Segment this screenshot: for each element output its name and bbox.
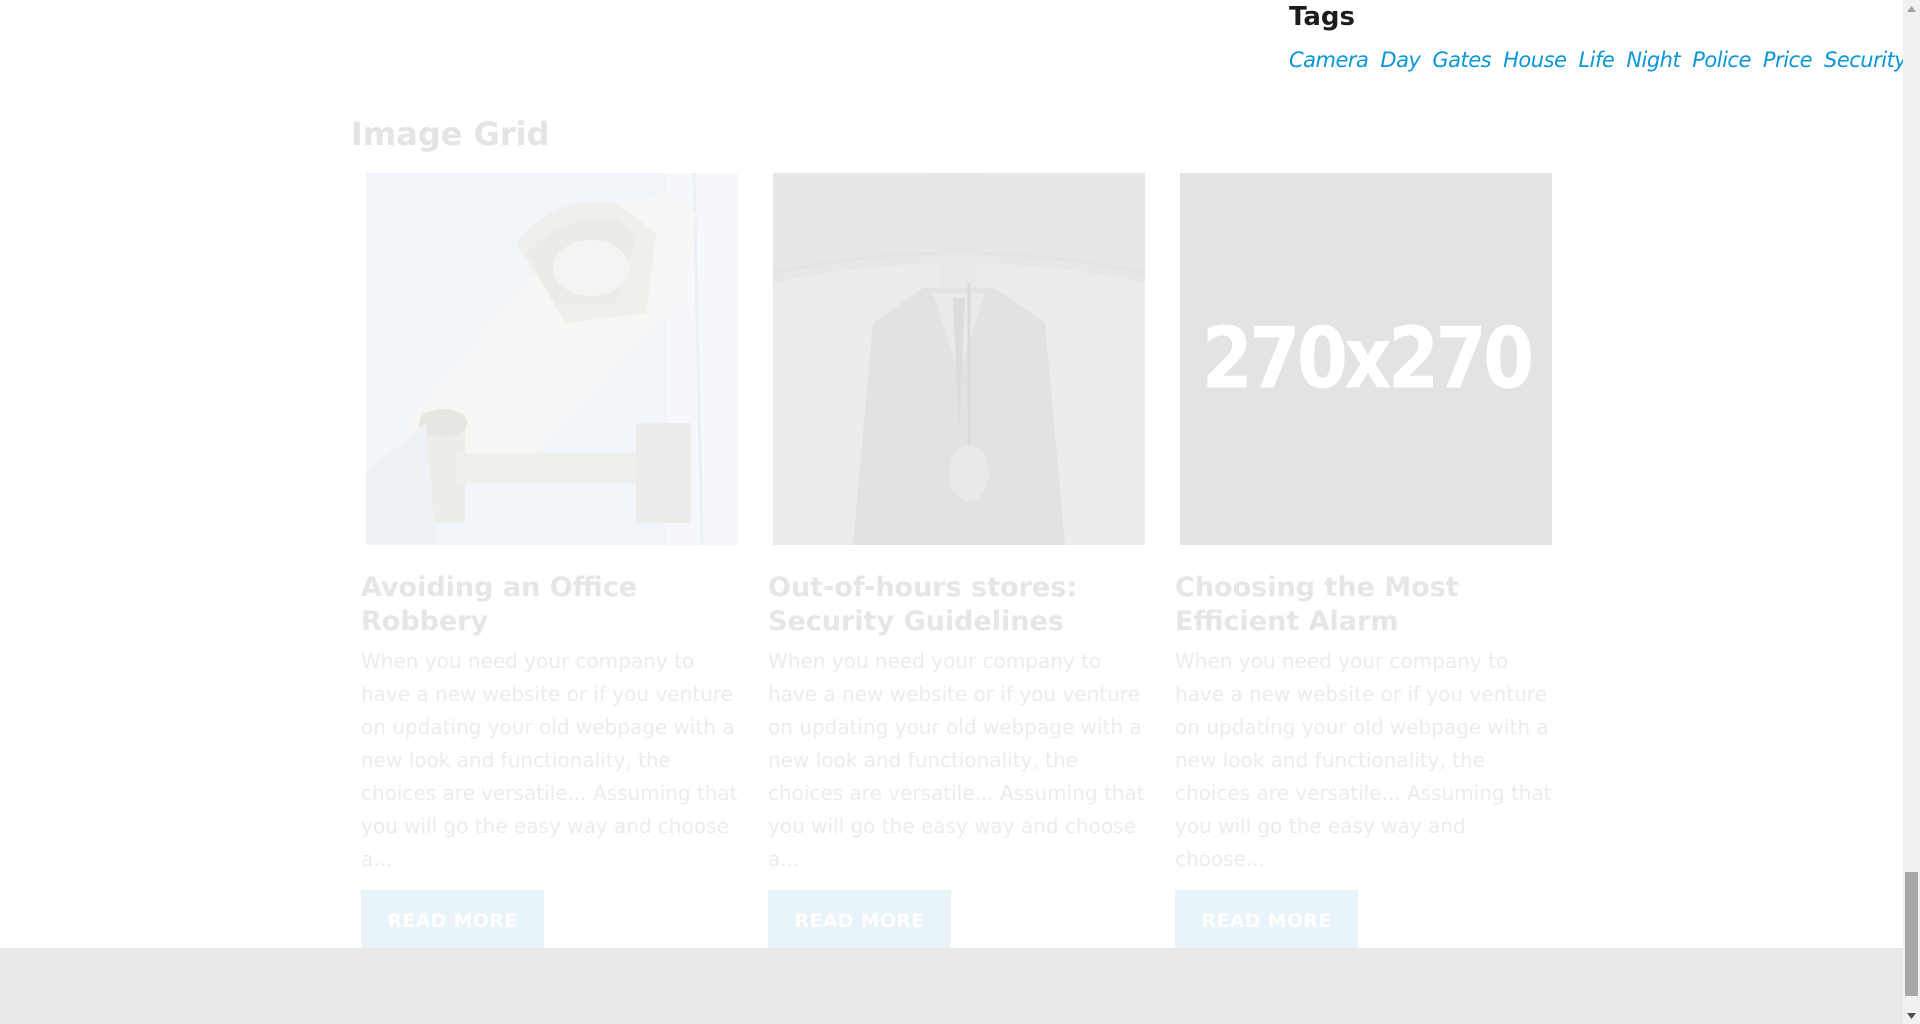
scroll-down-arrow-icon[interactable] bbox=[1903, 1007, 1920, 1024]
tag-link-security[interactable]: Security bbox=[1824, 48, 1907, 72]
card-excerpt: When you need your company to have a new… bbox=[1175, 649, 1552, 871]
placeholder-image: 270x270 bbox=[1180, 173, 1552, 545]
tags-widget: Tags Camera Day Gates House Life Night P… bbox=[1289, 0, 1909, 72]
tag-link-house[interactable]: House bbox=[1503, 48, 1567, 72]
grid-card-2: Out-of-hours stores: Security Guidelines… bbox=[768, 173, 1148, 952]
tags-title: Tags bbox=[1289, 2, 1356, 32]
image-grid-title: Image Grid bbox=[351, 115, 550, 153]
card-title[interactable]: Avoiding an Office Robbery bbox=[361, 571, 741, 639]
footer-strip bbox=[0, 948, 1903, 1024]
tag-link-police[interactable]: Police bbox=[1692, 48, 1751, 72]
grid-card-3: 270x270 Choosing the Most Efficient Alar… bbox=[1175, 173, 1555, 952]
tag-link-day[interactable]: Day bbox=[1380, 48, 1420, 72]
card-excerpt: When you need your company to have a new… bbox=[768, 649, 1145, 871]
tag-link-night[interactable]: Night bbox=[1626, 48, 1680, 72]
grid-card-1: Avoiding an Office Robbery When you need… bbox=[361, 173, 741, 952]
vertical-scrollbar[interactable] bbox=[1903, 0, 1920, 1024]
man-with-umbrella-photo bbox=[773, 173, 1145, 545]
tag-link-price[interactable]: Price bbox=[1763, 48, 1813, 72]
card-excerpt: When you need your company to have a new… bbox=[361, 649, 738, 871]
card-title[interactable]: Out-of-hours stores: Security Guidelines bbox=[768, 571, 1148, 639]
scroll-up-arrow-icon[interactable] bbox=[1903, 0, 1920, 17]
placeholder-size-label: 270x270 bbox=[1201, 309, 1535, 409]
tags-list: Camera Day Gates House Life Night Police… bbox=[1289, 48, 1909, 72]
security-camera-photo bbox=[366, 173, 738, 545]
card-image-placeholder[interactable]: 270x270 bbox=[1180, 173, 1552, 545]
tag-link-life[interactable]: Life bbox=[1578, 48, 1614, 72]
tag-link-gates[interactable]: Gates bbox=[1432, 48, 1491, 72]
card-title[interactable]: Choosing the Most Efficient Alarm bbox=[1175, 571, 1555, 639]
tag-link-camera[interactable]: Camera bbox=[1289, 48, 1369, 72]
card-image-man-umbrella[interactable] bbox=[773, 173, 1145, 545]
read-more-button[interactable]: READ MORE bbox=[361, 890, 544, 952]
scrollbar-thumb[interactable] bbox=[1905, 872, 1918, 996]
read-more-button[interactable]: READ MORE bbox=[768, 890, 951, 952]
main-content: Tags Camera Day Gates House Life Night P… bbox=[0, 0, 1907, 952]
card-image-security-camera[interactable] bbox=[366, 173, 738, 545]
page: Tags Camera Day Gates House Life Night P… bbox=[0, 0, 1920, 1024]
read-more-button[interactable]: READ MORE bbox=[1175, 890, 1358, 952]
